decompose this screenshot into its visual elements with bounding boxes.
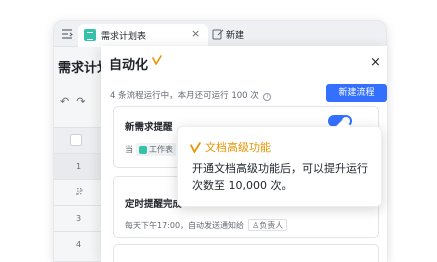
tab-bar: 需求计划表 × 新建 [54,21,386,47]
table-row[interactable]: 3 [54,205,106,231]
new-flow-button[interactable]: 新建流程 [326,84,387,102]
sheet-tag-label: 工作表 [149,145,173,154]
popover-title: 文档高级功能 [205,141,271,154]
flow-title: 定时提醒完成 [125,199,183,210]
schedule-text: 每天下午17:00，自动发送通知给 [125,220,245,230]
sheet-icon [139,145,147,154]
tab-label: 需求计划表 [101,32,147,42]
new-tab-button[interactable]: 新建 [212,26,244,42]
run-status-label: 4 条流程运行中，本月还可运行 100 次 [110,91,259,101]
new-tab-label: 新建 [226,30,245,41]
table-row[interactable]: 4 [54,231,106,257]
panel-title: 自动化 [109,58,149,73]
close-icon[interactable]: × [370,55,381,70]
redo-icon[interactable]: ↷ [76,95,85,108]
popover-header: 文档高级功能 [190,139,271,155]
undo-redo: ↶ ↷ [60,95,85,108]
premium-spark-icon [152,55,162,65]
expand-icon[interactable]: ⤢ [76,188,82,198]
undo-icon[interactable]: ↶ [60,95,69,108]
premium-spark-icon [190,141,201,153]
tab-requirement-plan[interactable]: 需求计划表 × [78,24,208,47]
trigger-prefix: 当 [125,145,133,154]
menu-icon[interactable] [60,27,74,41]
tab-close-icon[interactable]: × [191,27,200,40]
row-number: 3 [76,214,82,223]
sheet-tag: 工作表 [136,143,176,156]
table-row[interactable]: ⠿ ⤢ [54,179,106,205]
premium-popover: 文档高级功能 开通文档高级功能后，可以提升运行次数至 10,000 次。 [177,126,382,207]
assignee-label: 负责人 [259,220,284,230]
select-all-checkbox[interactable] [70,134,82,146]
info-icon[interactable]: i [263,93,272,101]
run-status: 4 条流程运行中，本月还可运行 100 次 i [110,89,272,101]
person-icon: ♙ [252,220,260,230]
popover-body: 开通文档高级功能后，可以提升运行次数至 10,000 次。 [192,162,368,192]
assignee-tag: ♙ 负责人 [248,219,288,231]
row-number: 1 [76,162,82,171]
sheet-area: 需求计划表 ↶ ↷ 1 ⠿ ⤢ 3 4 [54,47,123,261]
grid-header [54,127,106,153]
row-number: 4 [76,240,82,249]
table-row[interactable]: 1 [54,153,106,179]
flow-trigger: 当 工作表 [125,143,176,156]
flow-schedule: 每天下午17:00，自动发送通知给 ♙ 负责人 [125,219,288,231]
sheet-icon [84,29,96,41]
flow-card[interactable] [113,244,379,262]
edit-icon [212,29,224,40]
